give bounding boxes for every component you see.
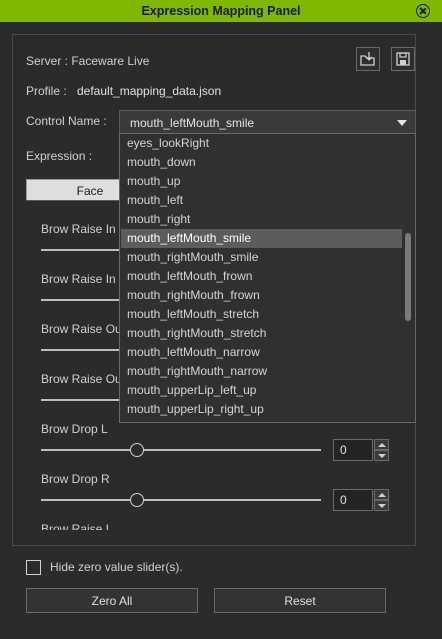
- decrement-icon[interactable]: [374, 450, 389, 461]
- slider-thumb[interactable]: [130, 443, 144, 457]
- slider-label: Brow Raise L: [41, 522, 113, 530]
- dropdown-option[interactable]: mouth_left: [121, 191, 402, 210]
- save-button[interactable]: [391, 47, 415, 71]
- dropdown-option[interactable]: mouth_rightMouth_smile: [121, 248, 402, 267]
- control-name-dropdown-list[interactable]: eyes_lookRight mouth_down mouth_up mouth…: [119, 133, 416, 423]
- slider-row-brow-drop-r: Brow Drop R 0: [27, 472, 389, 522]
- close-icon[interactable]: [416, 4, 430, 18]
- dropdown-option[interactable]: mouth_upperLip_right_up: [121, 400, 402, 419]
- profile-label: Profile :: [26, 84, 67, 98]
- value-input[interactable]: 0: [333, 439, 373, 461]
- slider-row: Brow Raise L: [27, 522, 389, 530]
- reset-button[interactable]: Reset: [214, 588, 386, 613]
- dropdown-option[interactable]: mouth_leftMouth_stretch: [121, 305, 402, 324]
- dropdown-option[interactable]: mouth_right: [121, 210, 402, 229]
- value-spinbox: 0: [333, 489, 389, 511]
- chevron-down-icon: [397, 120, 407, 126]
- slider-label: Brow Raise In: [41, 222, 116, 236]
- value-input[interactable]: 0: [333, 489, 373, 511]
- slider-label: Brow Raise In: [41, 272, 116, 286]
- decrement-icon[interactable]: [374, 500, 389, 511]
- expression-label: Expression :: [26, 149, 93, 163]
- value-spinbox: 0: [333, 439, 389, 461]
- control-name-select[interactable]: mouth_leftMouth_smile: [119, 110, 416, 134]
- slider-track[interactable]: [41, 449, 321, 451]
- dropdown-scrollbar[interactable]: [405, 233, 411, 321]
- title-bar: Expression Mapping Panel: [0, 0, 442, 22]
- zero-all-button[interactable]: Zero All: [26, 588, 198, 613]
- slider-label: Brow Drop L: [41, 422, 108, 436]
- window-title: Expression Mapping Panel: [141, 4, 301, 18]
- increment-icon[interactable]: [374, 439, 389, 450]
- slider-label: Brow Drop R: [41, 472, 110, 486]
- dropdown-option[interactable]: mouth_down: [121, 153, 402, 172]
- control-name-label: Control Name :: [26, 114, 107, 128]
- import-folder-button[interactable]: [356, 47, 380, 71]
- hide-zero-checkbox[interactable]: [26, 560, 41, 575]
- dropdown-option[interactable]: mouth_rightMouth_stretch: [121, 324, 402, 343]
- import-folder-icon: [360, 52, 375, 66]
- server-label: Server : Faceware Live: [26, 54, 150, 68]
- profile-value: default_mapping_data.json: [77, 84, 222, 98]
- dropdown-option-selected[interactable]: mouth_leftMouth_smile: [121, 229, 402, 248]
- save-icon: [396, 52, 410, 66]
- slider-thumb[interactable]: [130, 493, 144, 507]
- dropdown-option[interactable]: mouth_leftMouth_frown: [121, 267, 402, 286]
- slider-row-brow-drop-l: Brow Drop L 0: [27, 422, 389, 472]
- dropdown-option[interactable]: mouth_rightMouth_frown: [121, 286, 402, 305]
- dropdown-option[interactable]: mouth_upperLip_left_up: [121, 381, 402, 400]
- slider-label: Brow Raise Ou: [41, 322, 122, 336]
- control-name-value: mouth_leftMouth_smile: [130, 116, 255, 130]
- dropdown-option[interactable]: mouth_rightMouth_narrow: [121, 362, 402, 381]
- dropdown-option[interactable]: mouth_up: [121, 172, 402, 191]
- slider-track[interactable]: [41, 499, 321, 501]
- increment-icon[interactable]: [374, 489, 389, 500]
- dropdown-option[interactable]: eyes_lookRight: [121, 134, 402, 153]
- slider-label: Brow Raise Ou: [41, 372, 122, 386]
- dropdown-option[interactable]: mouth_leftMouth_narrow: [121, 343, 402, 362]
- hide-zero-label: Hide zero value slider(s).: [50, 560, 183, 574]
